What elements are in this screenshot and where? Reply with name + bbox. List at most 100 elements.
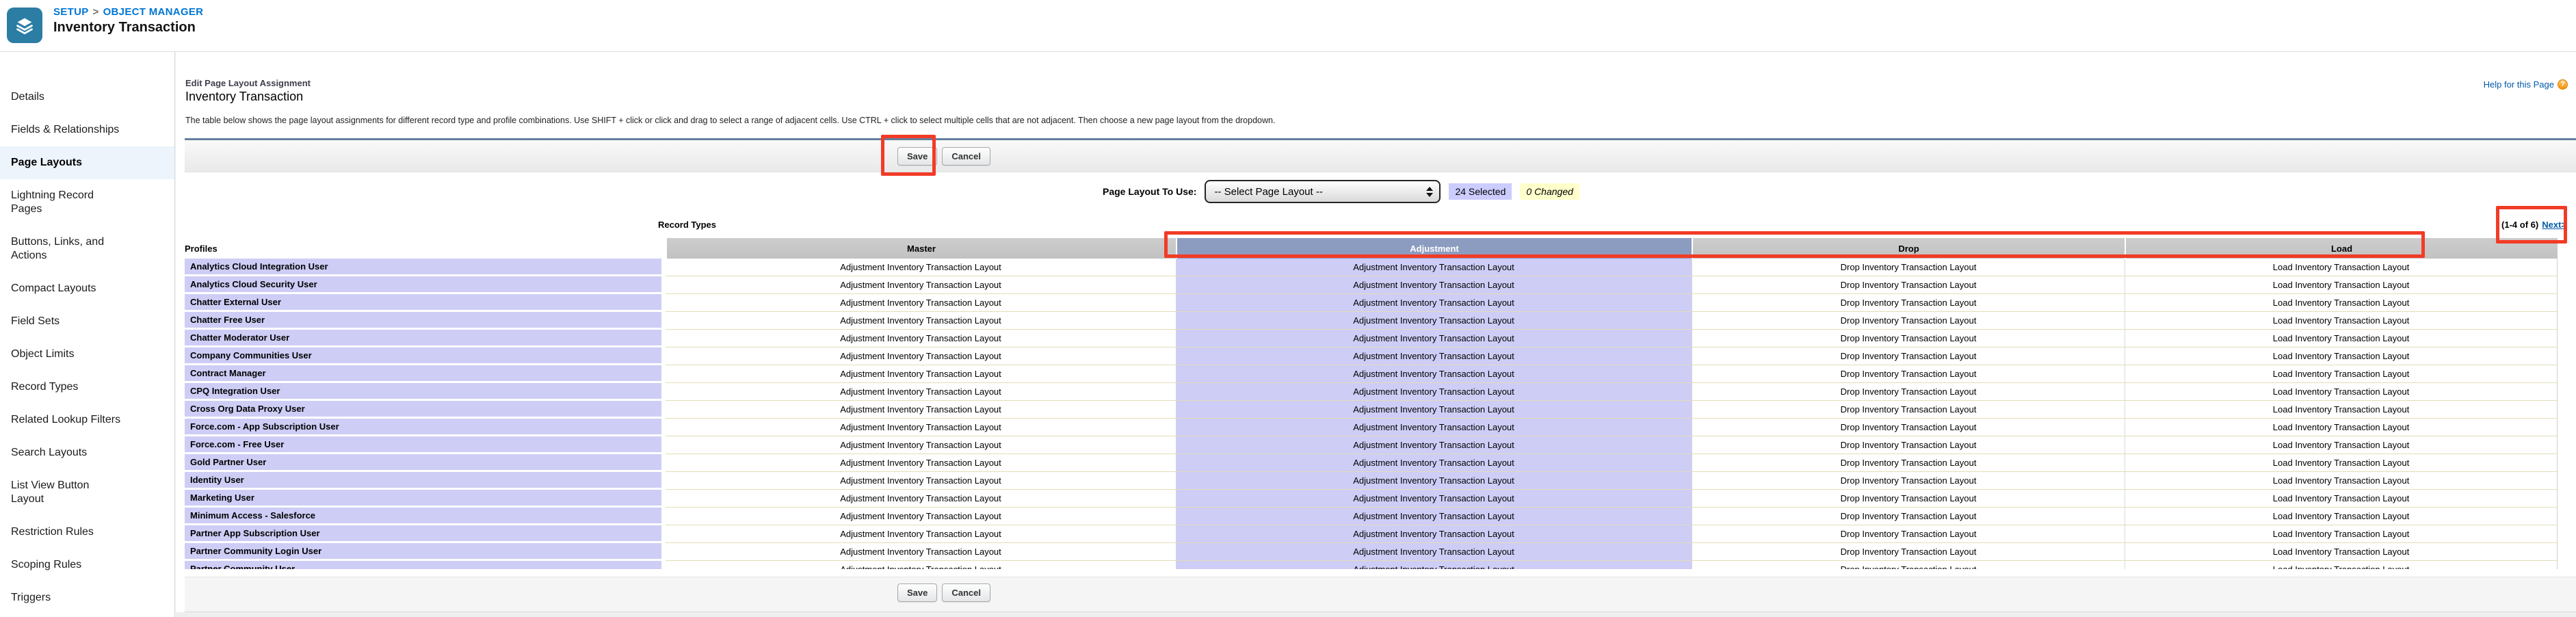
cell-load[interactable]: Load Inventory Transaction Layout	[2125, 365, 2558, 383]
profile-cell[interactable]: Chatter External User	[185, 294, 666, 312]
cell-load[interactable]: Load Inventory Transaction Layout	[2125, 276, 2558, 294]
cell-master[interactable]: Adjustment Inventory Transaction Layout	[666, 561, 1176, 569]
cell-adjustment[interactable]: Adjustment Inventory Transaction Layout	[1176, 419, 1692, 436]
sidebar-item-field-sets[interactable]: Field Sets	[0, 305, 174, 338]
profile-cell[interactable]: Partner App Subscription User	[185, 525, 666, 543]
cell-drop[interactable]: Drop Inventory Transaction Layout	[1692, 472, 2125, 490]
cell-master[interactable]: Adjustment Inventory Transaction Layout	[666, 454, 1176, 472]
profile-cell[interactable]: Force.com - App Subscription User	[185, 419, 666, 436]
profile-cell[interactable]: Cross Org Data Proxy User	[185, 401, 666, 419]
profile-cell[interactable]: Partner Community Login User	[185, 543, 666, 561]
cell-master[interactable]: Adjustment Inventory Transaction Layout	[666, 472, 1176, 490]
column-header-adjustment[interactable]: Adjustment	[1176, 238, 1692, 259]
sidebar-item-restriction-rules[interactable]: Restriction Rules	[0, 516, 174, 549]
cell-load[interactable]: Load Inventory Transaction Layout	[2125, 347, 2558, 365]
cell-load[interactable]: Load Inventory Transaction Layout	[2125, 561, 2558, 569]
cell-master[interactable]: Adjustment Inventory Transaction Layout	[666, 259, 1176, 276]
cell-adjustment[interactable]: Adjustment Inventory Transaction Layout	[1176, 508, 1692, 525]
cell-adjustment[interactable]: Adjustment Inventory Transaction Layout	[1176, 436, 1692, 454]
profile-cell[interactable]: Gold Partner User	[185, 454, 666, 472]
cell-drop[interactable]: Drop Inventory Transaction Layout	[1692, 330, 2125, 347]
sidebar-item-scoping-rules[interactable]: Scoping Rules	[0, 549, 174, 581]
cell-drop[interactable]: Drop Inventory Transaction Layout	[1692, 454, 2125, 472]
cell-drop[interactable]: Drop Inventory Transaction Layout	[1692, 259, 2125, 276]
cell-adjustment[interactable]: Adjustment Inventory Transaction Layout	[1176, 472, 1692, 490]
cell-master[interactable]: Adjustment Inventory Transaction Layout	[666, 525, 1176, 543]
save-button-bottom[interactable]: Save	[897, 583, 937, 602]
breadcrumb-setup-link[interactable]: SETUP	[53, 6, 89, 18]
cell-adjustment[interactable]: Adjustment Inventory Transaction Layout	[1176, 383, 1692, 401]
profile-cell[interactable]: Force.com - Free User	[185, 436, 666, 454]
sidebar-item-fields-relationships[interactable]: Fields & Relationships	[0, 114, 174, 146]
sidebar-item-triggers[interactable]: Triggers	[0, 581, 174, 614]
cell-adjustment[interactable]: Adjustment Inventory Transaction Layout	[1176, 490, 1692, 508]
cell-adjustment[interactable]: Adjustment Inventory Transaction Layout	[1176, 365, 1692, 383]
profile-cell[interactable]: Chatter Free User	[185, 312, 666, 330]
sidebar-item-object-limits[interactable]: Object Limits	[0, 338, 174, 371]
profile-cell[interactable]: Analytics Cloud Security User	[185, 276, 666, 294]
cell-drop[interactable]: Drop Inventory Transaction Layout	[1692, 525, 2125, 543]
cell-adjustment[interactable]: Adjustment Inventory Transaction Layout	[1176, 401, 1692, 419]
cell-master[interactable]: Adjustment Inventory Transaction Layout	[666, 347, 1176, 365]
cancel-button[interactable]: Cancel	[942, 147, 990, 166]
cancel-button-bottom[interactable]: Cancel	[942, 583, 990, 602]
sidebar-item-list-view-button-layout[interactable]: List View Button Layout	[0, 469, 174, 516]
profile-cell[interactable]: Chatter Moderator User	[185, 330, 666, 347]
save-button[interactable]: Save	[897, 147, 937, 166]
sidebar-item-related-lookup-filters[interactable]: Related Lookup Filters	[0, 404, 174, 436]
cell-drop[interactable]: Drop Inventory Transaction Layout	[1692, 276, 2125, 294]
cell-adjustment[interactable]: Adjustment Inventory Transaction Layout	[1176, 294, 1692, 312]
cell-adjustment[interactable]: Adjustment Inventory Transaction Layout	[1176, 561, 1692, 569]
sidebar-item-search-layouts[interactable]: Search Layouts	[0, 436, 174, 469]
cell-drop[interactable]: Drop Inventory Transaction Layout	[1692, 543, 2125, 561]
profile-cell[interactable]: CPQ Integration User	[185, 383, 666, 401]
cell-master[interactable]: Adjustment Inventory Transaction Layout	[666, 294, 1176, 312]
cell-drop[interactable]: Drop Inventory Transaction Layout	[1692, 347, 2125, 365]
cell-master[interactable]: Adjustment Inventory Transaction Layout	[666, 436, 1176, 454]
breadcrumb-object-manager-link[interactable]: OBJECT MANAGER	[103, 6, 204, 18]
cell-drop[interactable]: Drop Inventory Transaction Layout	[1692, 419, 2125, 436]
cell-load[interactable]: Load Inventory Transaction Layout	[2125, 401, 2558, 419]
cell-load[interactable]: Load Inventory Transaction Layout	[2125, 454, 2558, 472]
sidebar-item-buttons-links-and-actions[interactable]: Buttons, Links, and Actions	[0, 226, 174, 272]
cell-master[interactable]: Adjustment Inventory Transaction Layout	[666, 312, 1176, 330]
cell-adjustment[interactable]: Adjustment Inventory Transaction Layout	[1176, 259, 1692, 276]
cell-load[interactable]: Load Inventory Transaction Layout	[2125, 330, 2558, 347]
cell-drop[interactable]: Drop Inventory Transaction Layout	[1692, 508, 2125, 525]
cell-master[interactable]: Adjustment Inventory Transaction Layout	[666, 276, 1176, 294]
column-header-master[interactable]: Master	[666, 238, 1176, 259]
cell-load[interactable]: Load Inventory Transaction Layout	[2125, 294, 2558, 312]
cell-load[interactable]: Load Inventory Transaction Layout	[2125, 259, 2558, 276]
cell-drop[interactable]: Drop Inventory Transaction Layout	[1692, 294, 2125, 312]
cell-load[interactable]: Load Inventory Transaction Layout	[2125, 472, 2558, 490]
cell-master[interactable]: Adjustment Inventory Transaction Layout	[666, 419, 1176, 436]
profile-cell[interactable]: Marketing User	[185, 490, 666, 508]
sidebar-item-compact-layouts[interactable]: Compact Layouts	[0, 272, 174, 305]
cell-load[interactable]: Load Inventory Transaction Layout	[2125, 312, 2558, 330]
sidebar-item-details[interactable]: Details	[0, 81, 174, 114]
cell-load[interactable]: Load Inventory Transaction Layout	[2125, 419, 2558, 436]
cell-master[interactable]: Adjustment Inventory Transaction Layout	[666, 508, 1176, 525]
cell-adjustment[interactable]: Adjustment Inventory Transaction Layout	[1176, 276, 1692, 294]
profile-cell[interactable]: Company Communities User	[185, 347, 666, 365]
cell-drop[interactable]: Drop Inventory Transaction Layout	[1692, 490, 2125, 508]
cell-master[interactable]: Adjustment Inventory Transaction Layout	[666, 401, 1176, 419]
cell-drop[interactable]: Drop Inventory Transaction Layout	[1692, 312, 2125, 330]
cell-load[interactable]: Load Inventory Transaction Layout	[2125, 543, 2558, 561]
sidebar-item-lightning-record-pages[interactable]: Lightning Record Pages	[0, 179, 174, 226]
cell-adjustment[interactable]: Adjustment Inventory Transaction Layout	[1176, 312, 1692, 330]
cell-adjustment[interactable]: Adjustment Inventory Transaction Layout	[1176, 347, 1692, 365]
cell-master[interactable]: Adjustment Inventory Transaction Layout	[666, 383, 1176, 401]
column-header-drop[interactable]: Drop	[1692, 238, 2125, 259]
cell-adjustment[interactable]: Adjustment Inventory Transaction Layout	[1176, 543, 1692, 561]
pagination-next-link[interactable]: Next>	[2542, 220, 2566, 230]
profile-cell[interactable]: Identity User	[185, 472, 666, 490]
cell-load[interactable]: Load Inventory Transaction Layout	[2125, 490, 2558, 508]
cell-master[interactable]: Adjustment Inventory Transaction Layout	[666, 490, 1176, 508]
cell-load[interactable]: Load Inventory Transaction Layout	[2125, 508, 2558, 525]
cell-load[interactable]: Load Inventory Transaction Layout	[2125, 525, 2558, 543]
profile-cell[interactable]: Analytics Cloud Integration User	[185, 259, 666, 276]
profile-cell[interactable]: Partner Community User	[185, 561, 666, 569]
column-header-load[interactable]: Load	[2125, 238, 2558, 259]
cell-drop[interactable]: Drop Inventory Transaction Layout	[1692, 561, 2125, 569]
